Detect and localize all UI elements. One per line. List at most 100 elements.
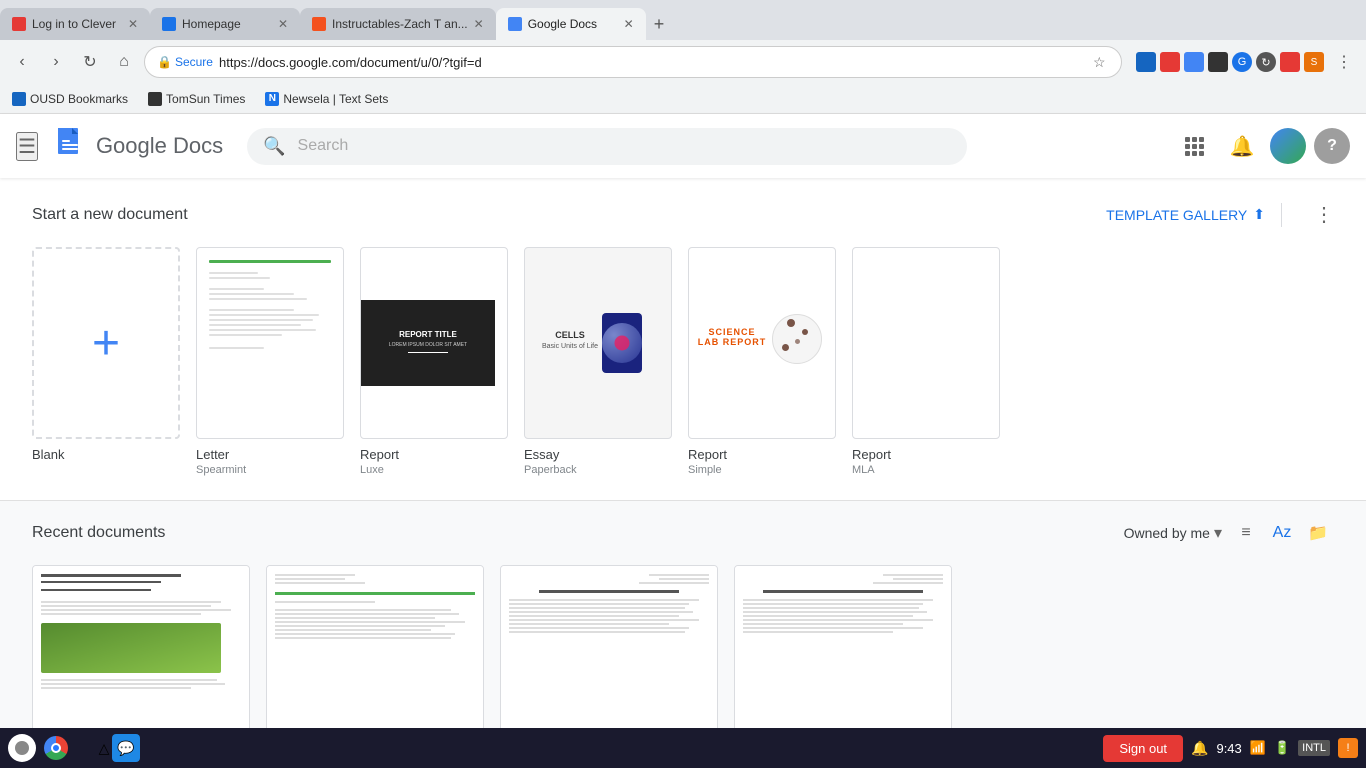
ext-icon-8[interactable]: S (1304, 52, 1324, 72)
messages-button[interactable]: 💬 (112, 734, 140, 762)
bookmark-newsela[interactable]: N Newsela | Text Sets (261, 90, 392, 108)
doc-preview-2 (267, 566, 483, 746)
tab-label-gdocs: Google Docs (528, 17, 618, 31)
tab-label-clever: Log in to Clever (32, 17, 122, 31)
hamburger-menu[interactable]: ☰ (16, 132, 38, 161)
browser-controls: ‹ › ↻ ⌂ 🔒 Secure https://docs.google.com… (0, 40, 1366, 84)
template-section: Start a new document TEMPLATE GALLERY ⬆ … (0, 178, 1366, 501)
template-name-essay: Essay (524, 447, 672, 462)
main-content: Start a new document TEMPLATE GALLERY ⬆ … (0, 178, 1366, 768)
tab-gdocs[interactable]: Google Docs ✕ (496, 8, 646, 40)
tab-close-homepage[interactable]: ✕ (278, 17, 288, 31)
bookmark-tomsun[interactable]: TomSun Times (144, 90, 249, 108)
chrome-button[interactable] (40, 732, 72, 764)
template-gallery-button[interactable]: TEMPLATE GALLERY ⬆ (1106, 206, 1265, 223)
home-button[interactable]: ⌂ (110, 48, 138, 76)
reload-button[interactable]: ↻ (76, 48, 104, 76)
sort-button[interactable]: Az (1266, 517, 1298, 549)
ext-icon-3[interactable] (1184, 52, 1204, 72)
bookmark-favicon-ousd (12, 92, 26, 106)
tab-favicon-homepage (162, 17, 176, 31)
tab-favicon-instructables (312, 17, 326, 31)
taskbar-extra-icon[interactable]: ! (1338, 738, 1358, 758)
doc-preview-4 (735, 566, 951, 746)
bookmark-favicon-tomsun (148, 92, 162, 106)
template-thumb-blank: + (32, 247, 180, 439)
taskbar-left: △ 💬 (8, 732, 140, 764)
template-report-mla[interactable]: Report MLA (852, 247, 1000, 476)
tab-favicon-clever (12, 17, 26, 31)
start-button[interactable] (8, 734, 36, 762)
bookmark-label-ousd: OUSD Bookmarks (30, 92, 128, 106)
ext-icon-7[interactable] (1280, 52, 1300, 72)
template-section-title: Start a new document (32, 206, 188, 224)
taskbar-right: Sign out 🔔 9:43 📶 🔋 INTL ! (1103, 735, 1358, 762)
template-name-report-mla: Report (852, 447, 1000, 462)
plus-icon: + (92, 316, 120, 371)
search-bar[interactable]: 🔍 Search (247, 128, 967, 165)
template-report-luxe[interactable]: REPORT TITLE LOREM IPSUM DOLOR SIT AMET … (360, 247, 508, 476)
sign-out-button[interactable]: Sign out (1103, 735, 1183, 762)
template-blank[interactable]: + Blank (32, 247, 180, 476)
tab-clever[interactable]: Log in to Clever ✕ (0, 8, 150, 40)
notifications-button[interactable]: 🔔 (1222, 126, 1262, 166)
ext-icon-2[interactable] (1160, 52, 1180, 72)
template-thumb-letter (196, 247, 344, 439)
template-gallery-label: TEMPLATE GALLERY (1106, 207, 1247, 223)
template-thumb-report-mla (852, 247, 1000, 439)
list-view-button[interactable]: ≡ (1230, 517, 1262, 549)
secure-badge: 🔒 Secure (157, 55, 213, 69)
divider (1281, 203, 1282, 227)
ext-icon-1[interactable] (1136, 52, 1156, 72)
chevron-down-icon: ▾ (1214, 523, 1222, 543)
owned-by-filter[interactable]: Owned by me ▾ (1124, 523, 1222, 543)
account-avatar[interactable] (1270, 128, 1306, 164)
taskbar-notification-icon[interactable]: 🔔 (1191, 740, 1208, 757)
tab-homepage[interactable]: Homepage ✕ (150, 8, 300, 40)
tab-close-clever[interactable]: ✕ (128, 17, 138, 31)
tab-close-instructables[interactable]: ✕ (474, 17, 484, 31)
bookmark-star-icon[interactable]: ☆ (1093, 54, 1109, 70)
template-thumb-report-simple: SCIENCE LAB REPORT (688, 247, 836, 439)
forward-button[interactable]: › (42, 48, 70, 76)
grid-apps-button[interactable] (1174, 126, 1214, 166)
template-thumb-essay: CELLS Basic Units of Life (524, 247, 672, 439)
drive-button[interactable]: △ (76, 732, 108, 764)
docs-logo[interactable]: Google Docs (50, 126, 223, 166)
templates-grid: + Blank (32, 247, 1334, 476)
bookmark-ousd[interactable]: OUSD Bookmarks (8, 90, 132, 108)
menu-button[interactable]: ⋮ (1330, 48, 1358, 76)
template-name-letter: Letter (196, 447, 344, 462)
ext-icon-4[interactable] (1208, 52, 1228, 72)
help-button[interactable]: ? (1314, 128, 1350, 164)
docs-logo-text: Google Docs (96, 133, 223, 159)
template-header: Start a new document TEMPLATE GALLERY ⬆ … (32, 202, 1334, 227)
ext-icon-5[interactable]: G (1232, 52, 1252, 72)
tab-instructables[interactable]: Instructables-Zach T an... ✕ (300, 8, 496, 40)
recent-section-title: Recent documents (32, 524, 165, 542)
lock-icon: 🔒 (157, 55, 172, 69)
browser-extensions: G ↻ S (1136, 52, 1324, 72)
folder-view-button[interactable]: 📁 (1302, 517, 1334, 549)
recent-controls: Owned by me ▾ ≡ Az 📁 (1124, 517, 1334, 549)
search-input[interactable]: Search (298, 137, 952, 155)
template-letter[interactable]: Letter Spearmint (196, 247, 344, 476)
recent-header: Recent documents Owned by me ▾ ≡ Az 📁 (32, 517, 1334, 549)
view-icons: ≡ Az 📁 (1230, 517, 1334, 549)
template-subname-essay: Paperback (524, 464, 672, 476)
header-icons: 🔔 ? (1174, 126, 1350, 166)
tab-label-homepage: Homepage (182, 17, 272, 31)
new-tab-button[interactable]: + (646, 14, 673, 35)
chevron-up-icon: ⬆ (1253, 206, 1265, 223)
address-icons: ☆ (1093, 54, 1109, 70)
address-bar[interactable]: 🔒 Secure https://docs.google.com/documen… (144, 46, 1122, 78)
back-button[interactable]: ‹ (8, 48, 36, 76)
bookmark-favicon-newsela: N (265, 92, 279, 106)
bookmarks-bar: OUSD Bookmarks TomSun Times N Newsela | … (0, 84, 1366, 114)
url-text: https://docs.google.com/document/u/0/?tg… (219, 55, 1085, 70)
template-more-icon[interactable]: ⋮ (1314, 202, 1334, 227)
template-report-simple[interactable]: SCIENCE LAB REPORT (688, 247, 836, 476)
tab-close-gdocs[interactable]: ✕ (624, 17, 634, 31)
ext-icon-6[interactable]: ↻ (1256, 52, 1276, 72)
template-essay[interactable]: CELLS Basic Units of Life Essay Paperbac… (524, 247, 672, 476)
